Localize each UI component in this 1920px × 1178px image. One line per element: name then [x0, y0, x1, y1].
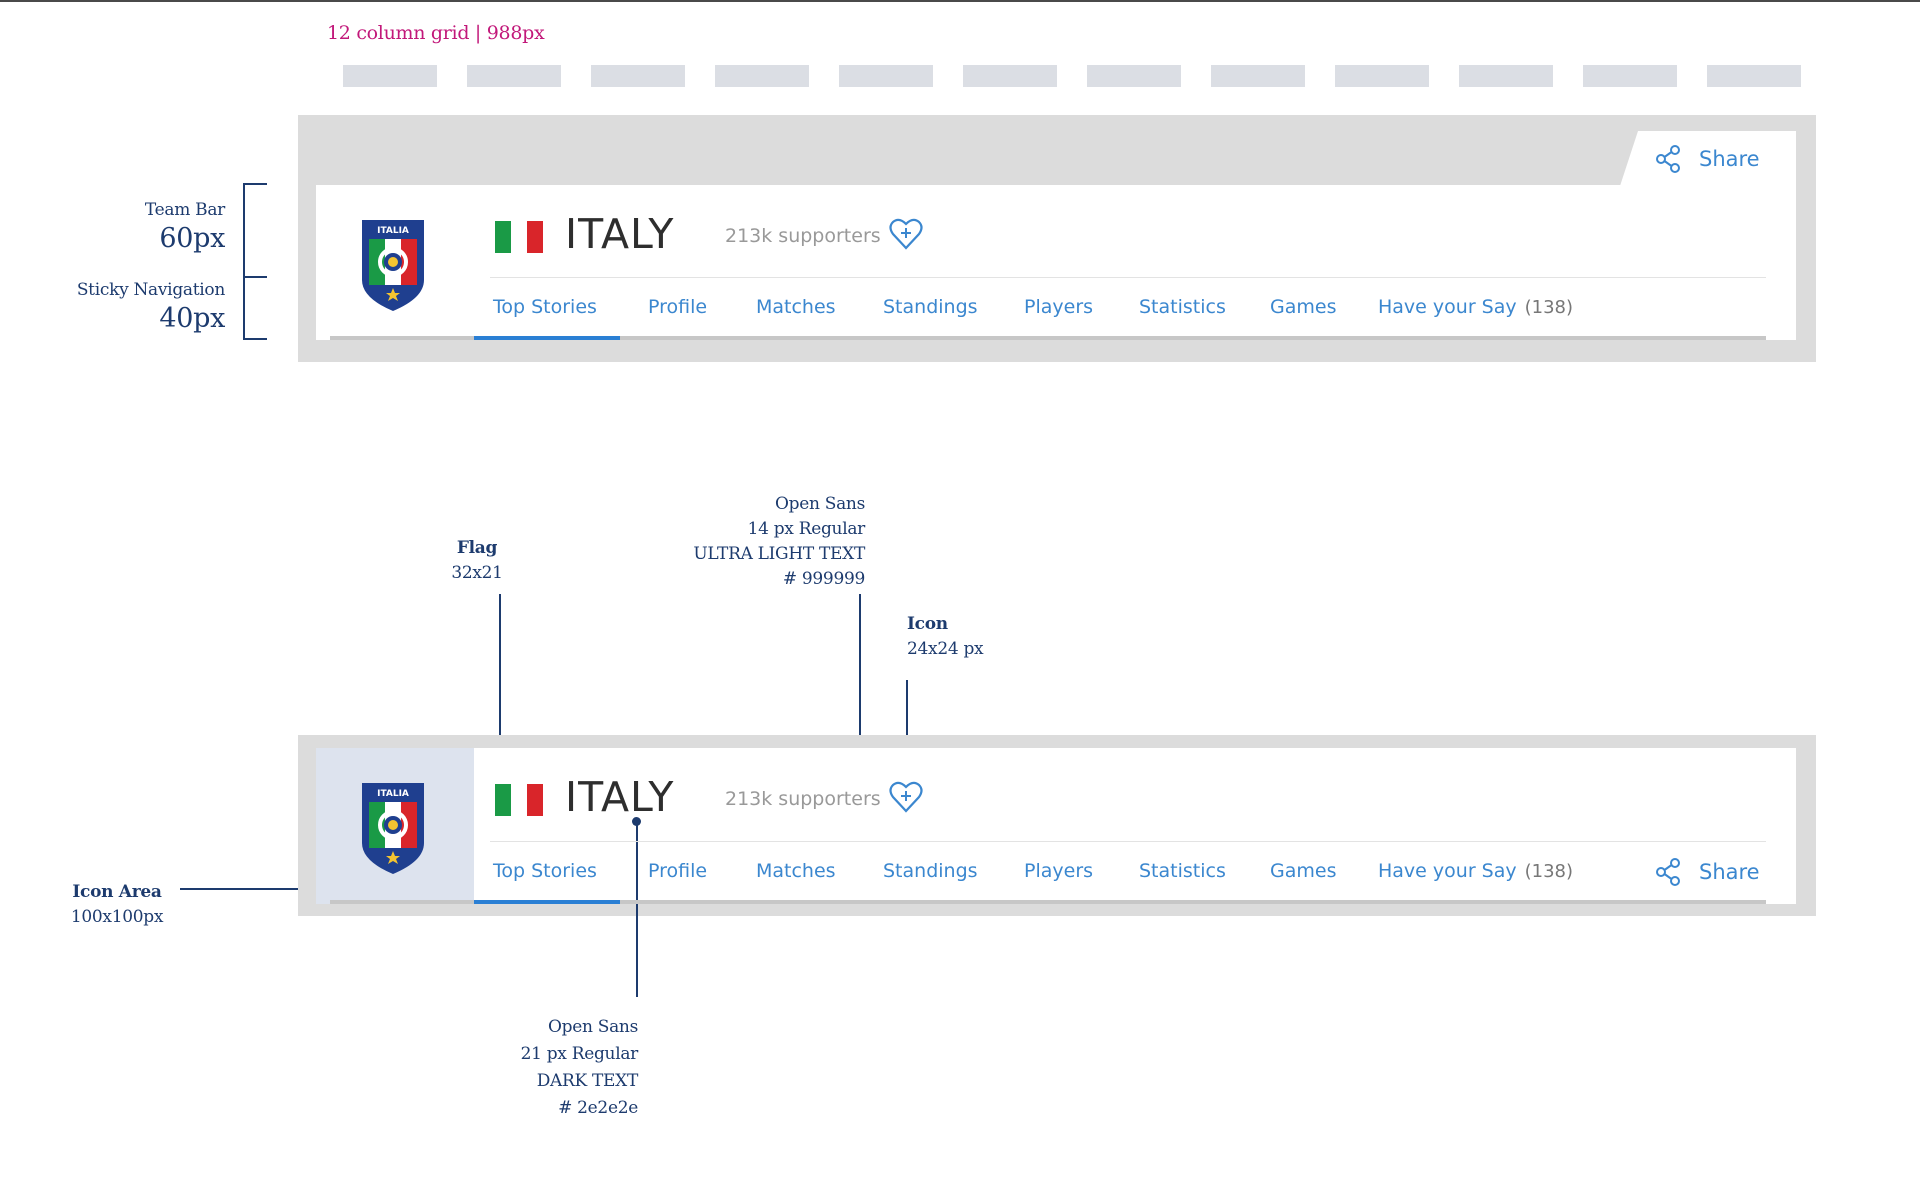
italia-crest-logo: ITALIA — [362, 220, 424, 311]
share-icon — [1656, 145, 1680, 173]
supporters-annotation: Open Sans 14 px Regular ULTRA LIGHT TEXT… — [660, 492, 865, 592]
nav-divider — [490, 841, 1766, 842]
crest-text: ITALIA — [377, 226, 409, 236]
tab-have-your-say-label: Have your Say — [1378, 296, 1517, 318]
tab-players[interactable]: Players — [1024, 296, 1093, 318]
nav-divider — [490, 277, 1766, 278]
team-name-annotation-size: 21 px Regular — [520, 1044, 639, 1064]
bracket-tick — [243, 276, 267, 278]
sticky-nav-value: 40px — [159, 303, 225, 334]
tab-statistics[interactable]: Statistics — [1139, 860, 1226, 882]
sticky-nav-annotation: Sticky Navigation 40px — [30, 278, 225, 335]
team-bar-value: 60px — [159, 223, 225, 254]
bracket-tick — [243, 183, 267, 185]
active-tab-indicator — [474, 336, 620, 340]
heart-add-icon[interactable] — [888, 779, 924, 815]
comment-count: (138) — [1524, 297, 1574, 318]
tab-games[interactable]: Games — [1270, 860, 1336, 882]
share-button[interactable]: Share — [1655, 145, 1760, 173]
grid-column — [1459, 65, 1553, 87]
grid-column — [1087, 65, 1181, 87]
crest-text: ITALIA — [377, 789, 409, 799]
tab-standings[interactable]: Standings — [883, 296, 978, 318]
team-name-annotation: Open Sans 21 px Regular DARK TEXT # 2e2e… — [450, 1014, 639, 1122]
team-name-annotation-font: Open Sans — [548, 1017, 638, 1037]
flag-annotation-size: 32x21 — [451, 563, 503, 583]
flag-annotation-title: Flag — [456, 538, 498, 558]
tab-have-your-say[interactable]: Have your Say (138) — [1378, 860, 1573, 882]
tab-games[interactable]: Games — [1270, 296, 1336, 318]
supporters-count: 213k supporters — [725, 225, 881, 247]
top-rule — [0, 0, 1920, 2]
tab-matches[interactable]: Matches — [756, 860, 836, 882]
grid-column — [343, 65, 437, 87]
icon-annotation: Icon 24x24 px — [907, 612, 984, 662]
share-button[interactable]: Share — [1655, 858, 1760, 886]
sticky-nav-label: Sticky Navigation — [76, 280, 225, 300]
grid-title: 12 column grid | 988px — [327, 22, 545, 44]
tab-have-your-say[interactable]: Have your Say (138) — [1378, 296, 1573, 318]
icon-area-annotation: Icon Area 100x100px — [57, 880, 177, 930]
share-label: Share — [1699, 860, 1760, 884]
team-name: ITALY — [565, 773, 675, 821]
grid-column — [467, 65, 561, 87]
share-icon — [1656, 858, 1680, 886]
grid-column — [1211, 65, 1305, 87]
icon-annotation-size: 24x24 px — [907, 639, 984, 659]
supporters-annotation-font: Open Sans — [775, 494, 865, 514]
grid-column — [1707, 65, 1801, 87]
tab-statistics[interactable]: Statistics — [1139, 296, 1226, 318]
grid-column — [715, 65, 809, 87]
team-bar-label: Team Bar — [144, 200, 225, 220]
share-label: Share — [1699, 147, 1760, 171]
team-name-annotation-color: # 2e2e2e — [558, 1098, 638, 1118]
tab-have-your-say-label: Have your Say — [1378, 860, 1517, 882]
italy-flag — [495, 221, 543, 253]
column-grid — [343, 65, 1801, 87]
grid-column — [839, 65, 933, 87]
supporters-annotation-style: ULTRA LIGHT TEXT — [693, 544, 865, 564]
heart-add-icon[interactable] — [888, 216, 924, 252]
supporters-annotation-size: 14 px Regular — [747, 519, 866, 539]
grid-column — [1583, 65, 1677, 87]
italia-crest-logo: ITALIA — [362, 783, 424, 874]
team-name: ITALY — [565, 210, 675, 258]
italy-flag — [495, 784, 543, 816]
team-name-annotation-style: DARK TEXT — [536, 1071, 639, 1091]
team-bar-annotation: Team Bar 60px — [60, 198, 225, 255]
icon-area-annotation-size: 100x100px — [70, 907, 164, 927]
comment-count: (138) — [1524, 861, 1574, 882]
tab-profile[interactable]: Profile — [648, 860, 707, 882]
supporters-count: 213k supporters — [725, 788, 881, 810]
tab-standings[interactable]: Standings — [883, 860, 978, 882]
bracket-tick — [243, 338, 267, 340]
bracket-line — [243, 183, 245, 340]
grid-column — [1335, 65, 1429, 87]
active-tab-indicator — [474, 900, 620, 904]
icon-area-annotation-title: Icon Area — [72, 882, 162, 902]
tab-matches[interactable]: Matches — [756, 296, 836, 318]
tab-top-stories[interactable]: Top Stories — [493, 296, 597, 318]
icon-annotation-title: Icon — [907, 614, 948, 634]
grid-column — [963, 65, 1057, 87]
flag-annotation: Flag 32x21 — [447, 536, 507, 586]
team-name-pointer — [636, 820, 638, 997]
grid-column — [591, 65, 685, 87]
tab-players[interactable]: Players — [1024, 860, 1093, 882]
tab-top-stories[interactable]: Top Stories — [493, 860, 597, 882]
tab-profile[interactable]: Profile — [648, 296, 707, 318]
supporters-annotation-color: # 999999 — [782, 569, 865, 589]
